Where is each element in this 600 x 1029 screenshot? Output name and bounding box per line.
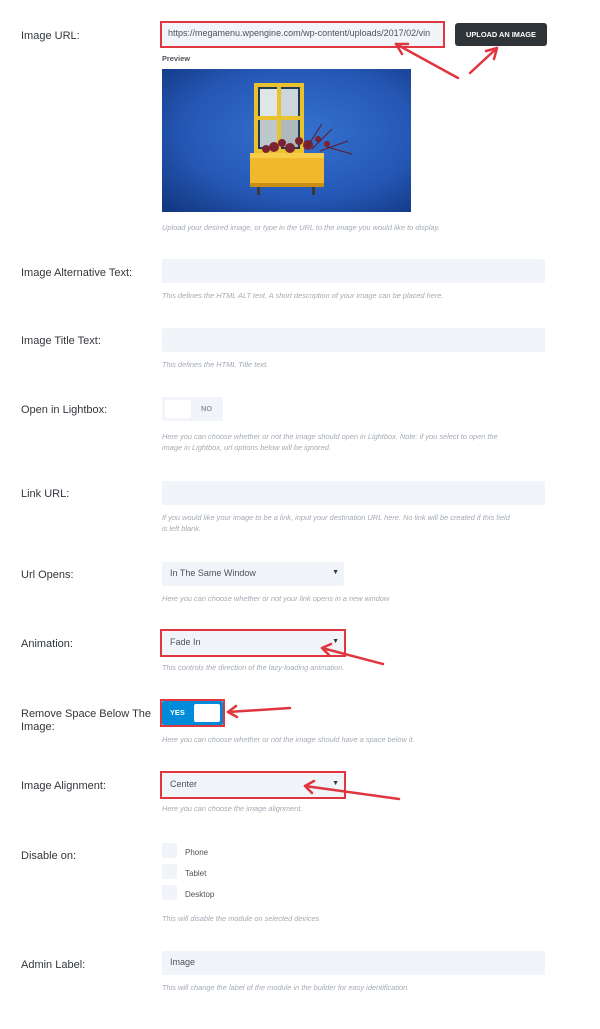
- admin-label-description: This will change the label of the module…: [162, 983, 410, 992]
- blue-wall-window-image: [162, 69, 411, 212]
- url-opens-select[interactable]: In The Same Window ▼: [162, 562, 344, 586]
- url-opens-description: Here you can choose whether or not your …: [162, 594, 390, 603]
- red-arrow-icon: [226, 704, 239, 719]
- link-url-label: Link URL:: [21, 488, 70, 500]
- preview-image: [162, 69, 411, 212]
- alt-text-label: Image Alternative Text:: [21, 267, 133, 279]
- alt-text-description: This defines the HTML ALT text. A short …: [162, 291, 444, 300]
- alignment-highlight-box: [160, 771, 346, 799]
- toggle-knob: [165, 400, 191, 418]
- lightbox-toggle[interactable]: NO: [162, 397, 223, 421]
- admin-label-value: Image: [170, 957, 196, 967]
- tablet-checkbox[interactable]: [162, 864, 177, 879]
- lightbox-label: Open in Lightbox:: [21, 404, 108, 416]
- admin-label-label: Admin Label:: [21, 959, 86, 971]
- lightbox-toggle-state: NO: [201, 404, 213, 413]
- tablet-checkbox-label: Tablet: [185, 869, 207, 878]
- link-url-input[interactable]: [162, 481, 545, 505]
- url-opens-selected: In The Same Window: [170, 568, 256, 578]
- remove-space-label-line2: Image:: [21, 721, 55, 733]
- desktop-checkbox[interactable]: [162, 885, 177, 900]
- animation-label: Animation:: [21, 638, 73, 650]
- alignment-description: Here you can choose the image alignment.: [162, 804, 303, 813]
- image-url-label: Image URL:: [21, 30, 80, 42]
- disable-on-description: This will disable the module on selected…: [162, 914, 320, 923]
- remove-space-highlight-box: [160, 699, 225, 727]
- animation-highlight-box: [160, 629, 346, 657]
- link-url-description: If you would like your image to be a lin…: [162, 513, 510, 533]
- phone-checkbox[interactable]: [162, 843, 177, 858]
- title-text-description: This defines the HTML Title text.: [162, 360, 269, 369]
- title-text-label: Image Title Text:: [21, 335, 101, 347]
- red-arrow-icon: [226, 706, 292, 714]
- image-url-description: Upload your desired image, or type in th…: [162, 223, 440, 232]
- disable-on-label: Disable on:: [21, 850, 77, 862]
- remove-space-label: Remove Space Below The Image:: [21, 708, 151, 734]
- upload-image-button[interactable]: UPLOAD AN IMAGE: [455, 23, 547, 46]
- alt-text-input[interactable]: [162, 259, 545, 283]
- url-opens-label: Url Opens:: [21, 569, 74, 581]
- desktop-checkbox-label: Desktop: [185, 890, 215, 899]
- remove-space-label-line1: Remove Space Below The: [21, 708, 152, 720]
- caret-down-icon: ▼: [332, 569, 339, 576]
- lightbox-description: Here you can choose whether or not the i…: [162, 432, 498, 452]
- admin-label-input[interactable]: Image: [162, 951, 545, 975]
- phone-checkbox-label: Phone: [185, 848, 209, 857]
- red-arrow-icon: [468, 46, 499, 75]
- title-text-input[interactable]: [162, 328, 545, 352]
- remove-space-description: Here you can choose whether or not the i…: [162, 735, 415, 744]
- red-arrow-icon: [484, 46, 499, 61]
- animation-description: This controls the direction of the lazy-…: [162, 663, 345, 672]
- url-highlight-box: [160, 21, 445, 48]
- preview-label: Preview: [162, 54, 190, 63]
- alignment-label: Image Alignment:: [21, 780, 106, 792]
